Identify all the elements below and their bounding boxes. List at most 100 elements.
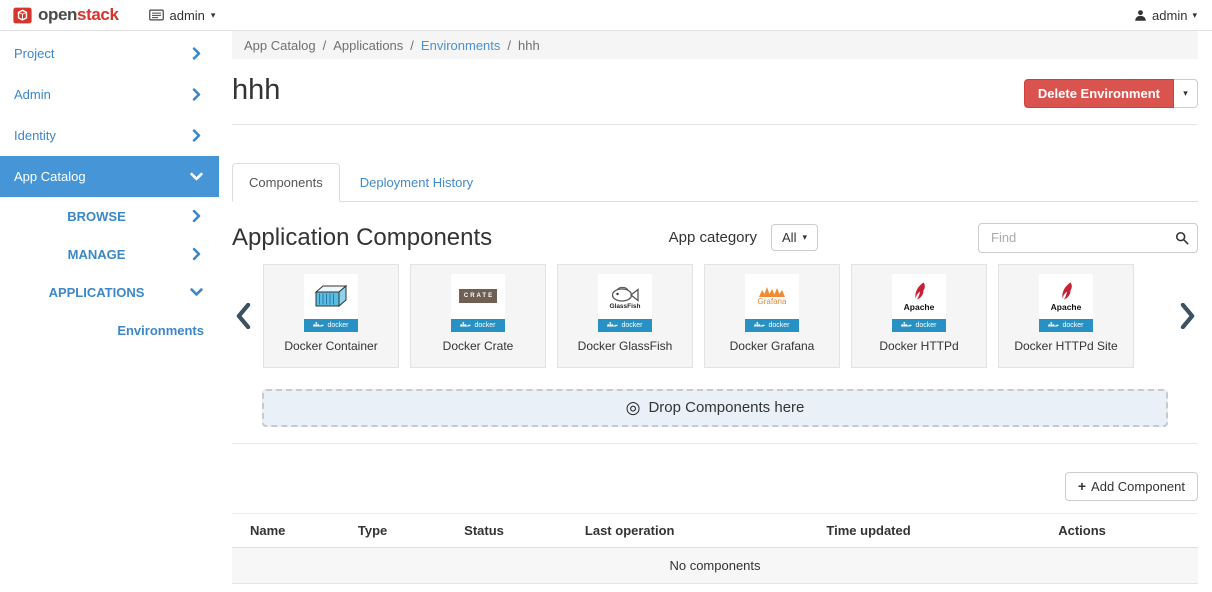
component-card-name: Docker Grafana [730,339,815,353]
docker-badge-label: docker [474,322,495,329]
sidebar-item-admin[interactable]: Admin [0,74,219,115]
app-category-value: All [782,230,796,245]
plus-icon: + [1078,479,1086,493]
apache-logo-text: Apache [1051,303,1082,312]
docker-container-logo [304,274,358,319]
glassfish-logo-text: GlassFish [609,304,640,311]
breadcrumb-link-environments[interactable]: Environments [421,38,500,53]
delete-environment-caret-button[interactable]: ▾ [1174,79,1198,108]
apache-logo-text: Apache [904,303,935,312]
component-card-docker-crate[interactable]: CRATE docker D [410,264,546,368]
crate-logo-text: CRATE [459,289,497,303]
docker-whale-icon [607,321,618,329]
sidebar-item-label: Project [14,46,54,61]
sidebar: Project Admin Identity App Catalog BROWS… [0,31,219,592]
carousel-left-icon[interactable] [232,264,254,368]
component-card-name: Docker Container [284,339,377,353]
add-component-button[interactable]: + Add Component [1065,472,1198,501]
user-icon [1134,9,1147,22]
brand-wordmark: openstack [38,5,119,25]
table-header-row: Name Type Status Last operation Time upd… [232,513,1198,547]
component-card-name: Docker GlassFish [578,339,673,353]
caret-down-icon: ▾ [211,11,216,20]
sidebar-item-applications[interactable]: APPLICATIONS [0,273,219,311]
docker-badge: docker [304,319,358,332]
apache-logo: Apache [892,274,946,319]
components-carousel: docker Docker Container CRATE [232,264,1198,368]
find-input[interactable] [978,223,1198,253]
empty-table-message: No components [232,547,1198,583]
caret-down-icon: ▾ [802,233,807,242]
components-table: Name Type Status Last operation Time upd… [232,513,1198,584]
docker-whale-icon [1048,321,1059,329]
sidebar-item-project[interactable]: Project [0,33,219,74]
empty-table-row: No components [232,547,1198,583]
component-card-docker-httpd[interactable]: Apache docker [851,264,987,368]
docker-badge-label: docker [768,322,789,329]
breadcrumb-separator: / [323,38,327,53]
docker-badge-label: docker [915,322,936,329]
panel-divider [232,443,1198,444]
sidebar-item-label: MANAGE [68,247,126,262]
add-component-label: Add Component [1091,479,1185,494]
chevron-right-icon [190,248,203,261]
sidebar-item-manage[interactable]: MANAGE [0,235,219,273]
component-card-docker-container[interactable]: docker Docker Container [263,264,399,368]
crate-logo: CRATE [451,274,505,319]
chevron-down-icon [190,286,203,299]
screen: openstack admin ▾ admin ▾ [0,0,1212,592]
sidebar-item-label: App Catalog [14,169,86,184]
drop-components-zone[interactable]: ◎ Drop Components here [262,389,1168,427]
glassfish-logo: GlassFish [598,274,652,319]
docker-badge: docker [451,319,505,332]
tab-bar: Components Deployment History [232,163,1198,202]
column-header-status: Status [454,513,575,547]
docker-badge: docker [892,319,946,332]
component-card-name: Docker Crate [443,339,514,353]
delete-environment-button[interactable]: Delete Environment [1024,79,1174,108]
search-icon[interactable] [1175,231,1189,245]
topbar: openstack admin ▾ admin ▾ [0,0,1212,31]
sidebar-item-label: APPLICATIONS [49,285,145,300]
sidebar-item-browse[interactable]: BROWSE [0,197,219,235]
docker-whale-icon [901,321,912,329]
project-switcher[interactable]: admin ▾ [149,8,216,23]
column-header-type: Type [348,513,454,547]
openstack-brand[interactable]: openstack [13,5,119,25]
sidebar-item-label: BROWSE [67,209,126,224]
openstack-logo-icon [13,6,32,25]
component-card-name: Docker HTTPd [879,339,958,353]
breadcrumb-separator: / [410,38,414,53]
docker-badge-label: docker [621,322,642,329]
caret-down-icon: ▾ [1192,11,1197,20]
component-card-docker-grafana[interactable]: Grafana docker [704,264,840,368]
carousel-right-icon[interactable] [1176,264,1198,368]
delete-environment-split-button: Delete Environment ▾ [1024,79,1198,108]
chevron-right-icon [190,47,203,60]
sidebar-item-label: Admin [14,87,51,102]
sidebar-item-environments[interactable]: Environments [0,311,219,349]
component-card-docker-httpd-site[interactable]: Apache docker [998,264,1134,368]
tab-components[interactable]: Components [232,163,340,202]
breadcrumb-separator: / [507,38,511,53]
breadcrumb-item: App Catalog [244,38,316,53]
sidebar-item-label: Environments [117,323,204,338]
target-icon: ◎ [626,399,641,416]
component-card-docker-glassfish[interactable]: GlassFish docker [557,264,693,368]
sidebar-item-identity[interactable]: Identity [0,115,219,156]
docker-badge: docker [745,319,799,332]
dropzone-label: Drop Components here [648,399,804,416]
column-header-last-operation: Last operation [575,513,817,547]
breadcrumb: App Catalog / Applications / Environment… [232,31,1198,59]
breadcrumb-item-current: hhh [518,38,540,53]
app-category-dropdown[interactable]: All ▾ [771,224,818,251]
user-menu[interactable]: admin ▾ [1134,8,1197,23]
find-field-wrap [978,223,1198,253]
sidebar-item-app-catalog[interactable]: App Catalog [0,156,219,197]
components-panel: Application Components App category All … [232,202,1198,584]
docker-badge: docker [598,319,652,332]
add-component-row: + Add Component [232,472,1198,501]
tab-deployment-history[interactable]: Deployment History [343,163,490,202]
page-header: hhh Delete Environment ▾ [232,59,1198,125]
user-menu-label: admin [1152,8,1187,23]
